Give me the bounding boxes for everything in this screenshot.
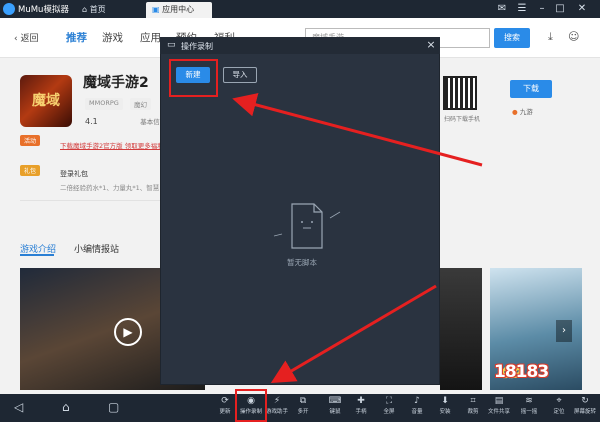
annotation-arrows — [232, 93, 483, 384]
arrow-to-record-button — [270, 284, 437, 384]
arrow-to-new-button — [232, 93, 483, 167]
watermark-logo: 18183 — [494, 362, 549, 382]
